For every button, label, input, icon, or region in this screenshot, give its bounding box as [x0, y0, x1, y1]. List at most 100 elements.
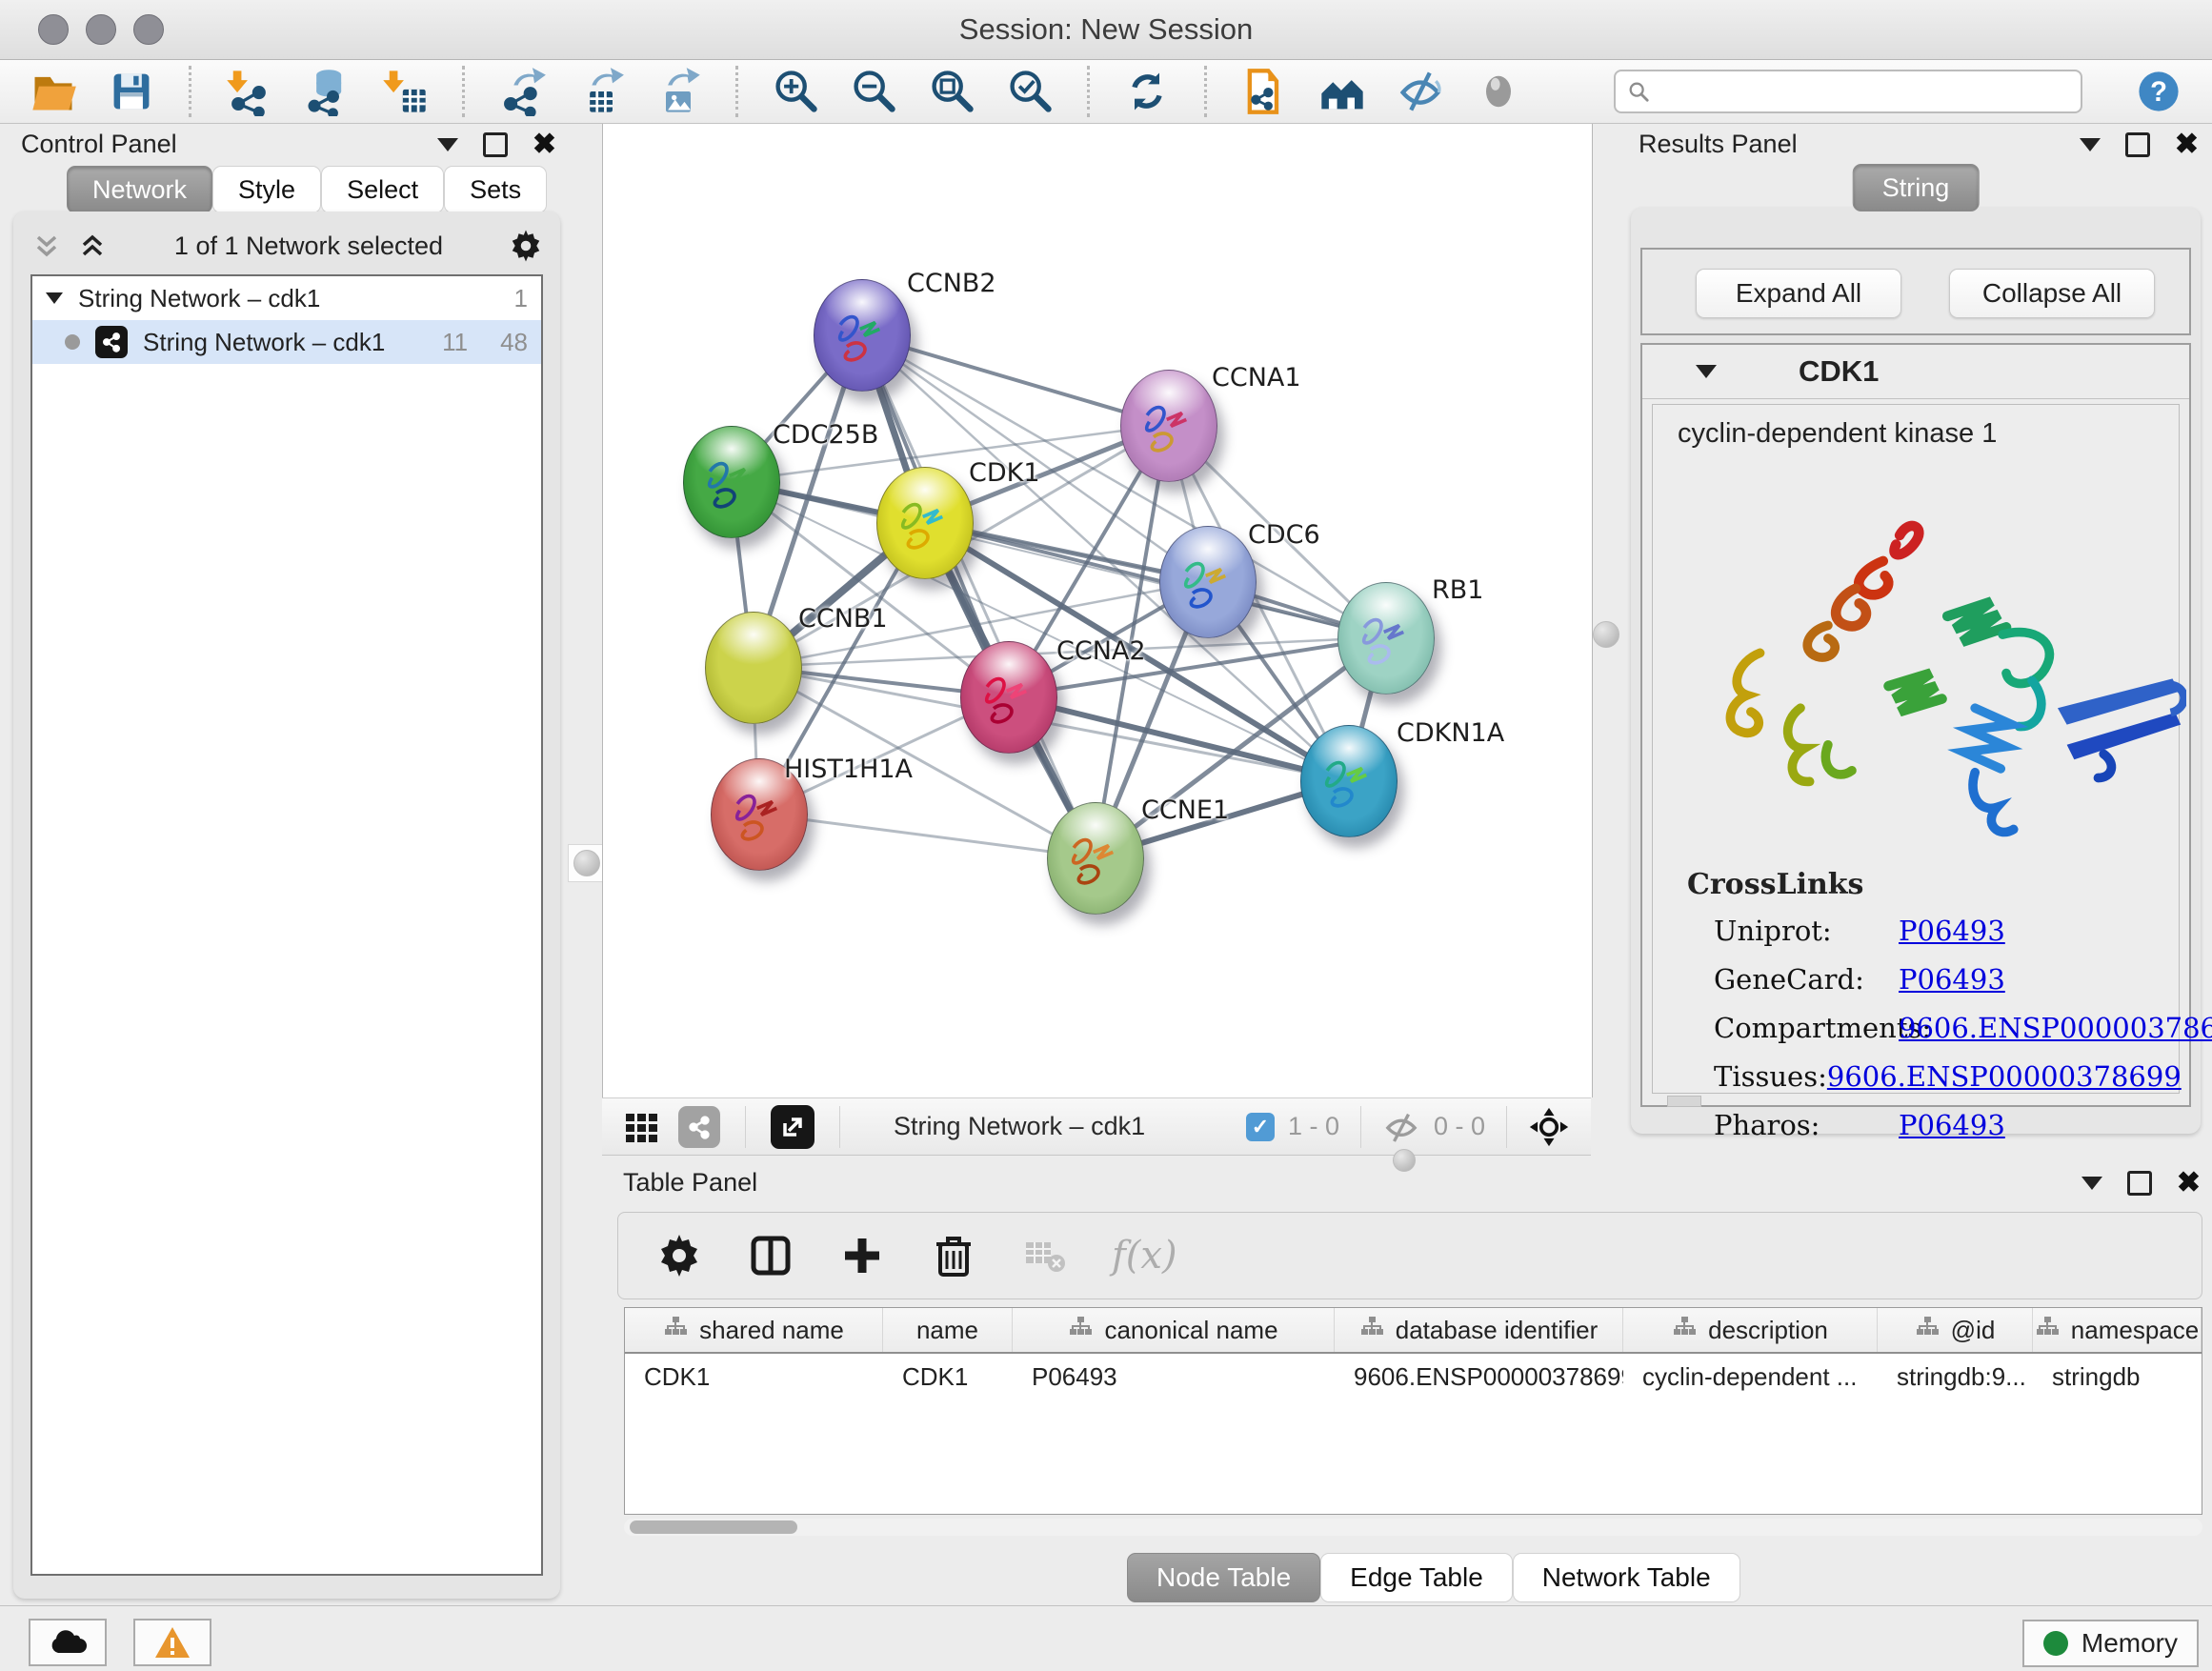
column-header-namespace[interactable]: namespace — [2033, 1308, 2202, 1352]
import-network-database-icon[interactable] — [300, 65, 353, 118]
column-header-database-identifier[interactable]: database identifier — [1335, 1308, 1623, 1352]
column-header-canonical-name[interactable]: canonical name — [1013, 1308, 1335, 1352]
cloud-button[interactable] — [29, 1619, 107, 1666]
results-scrollbar[interactable] — [1667, 1096, 1701, 1107]
preview-eye-icon[interactable] — [1472, 65, 1525, 118]
table-cell[interactable]: P06493 — [1013, 1354, 1335, 1399]
zoom-fit-icon[interactable] — [925, 65, 978, 118]
tab-style[interactable]: Style — [212, 166, 321, 213]
left-splitter-grip-icon[interactable] — [573, 850, 600, 876]
import-table-icon[interactable] — [378, 65, 432, 118]
network-edge[interactable] — [758, 814, 1095, 857]
expand-all-icon[interactable] — [76, 230, 109, 262]
search-box[interactable] — [1614, 70, 2082, 113]
show-columns-icon[interactable] — [746, 1231, 795, 1280]
tab-node-table[interactable]: Node Table — [1127, 1553, 1320, 1602]
collection-count: 1 — [514, 284, 528, 313]
warnings-button[interactable] — [133, 1619, 211, 1666]
network-collection-row[interactable]: String Network – cdk1 1 — [32, 276, 541, 320]
tab-sets[interactable]: Sets — [444, 166, 547, 213]
home-icon[interactable] — [1316, 65, 1369, 118]
table-cell[interactable]: CDK1 — [883, 1354, 1013, 1399]
memory-button[interactable]: Memory — [2022, 1620, 2199, 1667]
column-header-shared-name[interactable]: shared name — [625, 1308, 883, 1352]
hide-panels-icon[interactable] — [1394, 65, 1447, 118]
network-node-cdk1[interactable] — [876, 467, 974, 579]
collection-expand-icon[interactable] — [46, 292, 63, 304]
scrollbar-thumb[interactable] — [630, 1520, 797, 1534]
network-row[interactable]: String Network – cdk1 11 48 — [32, 320, 541, 364]
crosslink-link[interactable]: P06493 — [1899, 963, 2005, 996]
network-node-cdc25b[interactable] — [683, 426, 780, 538]
network-node-rb1[interactable] — [1337, 582, 1435, 695]
collapse-all-button[interactable]: Collapse All — [1949, 269, 2155, 318]
birdseye-view-icon[interactable] — [1528, 1106, 1570, 1148]
panel-menu-icon[interactable] — [2081, 1177, 2102, 1190]
panel-menu-icon[interactable] — [437, 138, 458, 151]
selected-items-checkbox-icon[interactable]: ✓ — [1246, 1113, 1275, 1141]
add-column-icon[interactable] — [837, 1231, 887, 1280]
right-splitter-grip-icon[interactable] — [1593, 621, 1619, 648]
tab-string[interactable]: String — [1853, 164, 1980, 211]
column-header--id[interactable]: @id — [1878, 1308, 2033, 1352]
delete-column-icon[interactable] — [929, 1231, 978, 1280]
collapse-all-icon[interactable] — [30, 230, 63, 262]
export-network-icon[interactable] — [495, 65, 549, 118]
crosslink-link[interactable]: P06493 — [1899, 1109, 2005, 1141]
table-cell[interactable]: stringdb:9... — [1878, 1354, 2033, 1399]
float-panel-icon[interactable] — [483, 132, 508, 157]
network-node-ccnb2[interactable] — [814, 279, 911, 392]
table-row[interactable]: CDK1CDK1P064939606.ENSP00000378699cyclin… — [625, 1354, 2202, 1399]
network-node-cdc6[interactable] — [1159, 526, 1257, 638]
zoom-selected-icon[interactable] — [1003, 65, 1056, 118]
table-options-gear-icon[interactable] — [654, 1231, 704, 1280]
crosslink-link[interactable]: 9606.ENSP00000378699 — [1899, 1012, 2212, 1044]
import-network-file-icon[interactable] — [222, 65, 275, 118]
tab-edge-table[interactable]: Edge Table — [1320, 1553, 1513, 1602]
single-network-view-icon[interactable] — [678, 1106, 720, 1148]
share-session-icon[interactable] — [1237, 65, 1291, 118]
export-image-icon[interactable] — [652, 65, 705, 118]
network-node-ccnb1[interactable] — [705, 612, 802, 724]
float-panel-icon[interactable] — [2125, 132, 2150, 157]
crosslink-link[interactable]: 9606.ENSP00000378699 — [1827, 1060, 2182, 1093]
grid-view-icon[interactable] — [623, 1108, 661, 1146]
hidden-items-eye-icon[interactable] — [1382, 1108, 1420, 1146]
column-header-description[interactable]: description — [1623, 1308, 1878, 1352]
table-cell[interactable]: cyclin-dependent ... — [1623, 1354, 1878, 1399]
network-node-ccna2[interactable] — [960, 641, 1057, 754]
open-session-icon[interactable] — [27, 65, 80, 118]
close-panel-icon[interactable]: ✖ — [2175, 135, 2199, 154]
network-canvas[interactable]: CCNB2CCNA1CDC25BCDK1CDC6RB1CCNB1CCNA2CDK… — [602, 124, 1593, 1097]
save-session-icon[interactable] — [105, 65, 158, 118]
close-panel-icon[interactable]: ✖ — [2177, 1174, 2201, 1193]
tab-network-table[interactable]: Network Table — [1513, 1553, 1740, 1602]
network-node-cdkn1a[interactable] — [1300, 725, 1398, 837]
detach-view-icon[interactable] — [771, 1105, 814, 1149]
table-cell[interactable]: stringdb — [2033, 1354, 2202, 1399]
zoom-in-icon[interactable] — [769, 65, 822, 118]
gene-collapse-icon[interactable] — [1696, 365, 1717, 378]
float-panel-icon[interactable] — [2127, 1171, 2152, 1196]
help-icon[interactable]: ? — [2132, 65, 2185, 118]
memory-label: Memory — [2081, 1628, 2178, 1659]
zoom-out-icon[interactable] — [847, 65, 900, 118]
table-horizontal-scrollbar[interactable] — [624, 1519, 2202, 1536]
crosslink-link[interactable]: P06493 — [1899, 915, 2005, 947]
refresh-icon[interactable] — [1120, 65, 1174, 118]
column-header-name[interactable]: name — [883, 1308, 1013, 1352]
expand-all-button[interactable]: Expand All — [1696, 269, 1901, 318]
column-header-label: canonical name — [1104, 1316, 1277, 1345]
gene-header[interactable]: CDK1 — [1642, 345, 2189, 399]
search-input[interactable] — [1658, 76, 2069, 108]
close-panel-icon[interactable]: ✖ — [533, 135, 556, 154]
export-table-icon[interactable] — [573, 65, 627, 118]
table-cell[interactable]: CDK1 — [625, 1354, 883, 1399]
network-options-gear-icon[interactable] — [509, 229, 543, 263]
network-node-ccne1[interactable] — [1047, 802, 1144, 915]
tab-select[interactable]: Select — [321, 166, 444, 213]
network-node-ccna1[interactable] — [1120, 370, 1217, 482]
tab-network[interactable]: Network — [67, 166, 212, 213]
table-cell[interactable]: 9606.ENSP00000378699 — [1335, 1354, 1623, 1399]
panel-menu-icon[interactable] — [2080, 138, 2101, 151]
